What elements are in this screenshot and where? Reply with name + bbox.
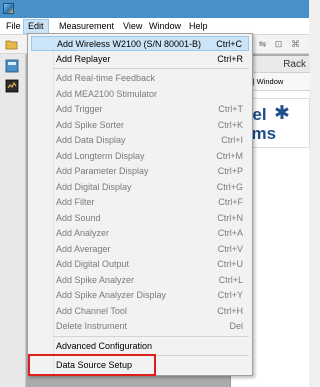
rack-window-icon[interactable] [5, 59, 19, 73]
menu-item-add-trigger[interactable]: Add Trigger Ctrl+T [31, 102, 249, 117]
toolbar-icon-c[interactable]: ⌘ [289, 38, 302, 50]
edit-menu-dropdown: Add Wireless W2100 (S/N 80001-B) Ctrl+C … [27, 33, 253, 376]
menu-item-add-real-time-feedback[interactable]: Add Real-time Feedback [31, 71, 249, 86]
mdi-sidebar [0, 54, 26, 387]
menu-item-add-filter[interactable]: Add Filter Ctrl+F [31, 195, 249, 210]
menu-item-advanced-configuration[interactable]: Advanced Configuration [31, 339, 249, 354]
open-folder-icon[interactable] [5, 38, 18, 50]
menu-item-add-sound[interactable]: Add Sound Ctrl+N [31, 211, 249, 226]
menu-item-add-parameter-display[interactable]: Add Parameter Display Ctrl+P [31, 164, 249, 179]
title-bar [0, 0, 309, 18]
app-icon [3, 3, 14, 14]
menu-item-add-analyzer[interactable]: Add Analyzer Ctrl+A [31, 226, 249, 241]
menu-view[interactable]: View [119, 20, 146, 34]
highlight-outline [28, 354, 156, 376]
menu-help[interactable]: Help [185, 20, 212, 34]
menu-window[interactable]: Window [145, 20, 185, 34]
toolbar-icon-b[interactable]: ⊡ [272, 38, 285, 50]
logo-star-icon: ✱ [274, 103, 290, 124]
menu-separator [53, 335, 249, 337]
menu-item-add-channel-tool[interactable]: Add Channel Tool Ctrl+H [31, 304, 249, 319]
toolbar-icon-a[interactable]: ⇋ [256, 38, 269, 50]
menu-edit[interactable]: Edit [23, 19, 49, 34]
menu-separator [53, 68, 249, 69]
menu-item-add-digital-output[interactable]: Add Digital Output Ctrl+U [31, 257, 249, 272]
rack-window-title: Rack [283, 59, 306, 70]
display-window-icon[interactable] [5, 79, 19, 93]
menu-item-add-longterm-display[interactable]: Add Longterm Display Ctrl+M [31, 149, 249, 164]
menu-measurement[interactable]: Measurement [55, 20, 118, 34]
menu-item-delete-instrument[interactable]: Delete Instrument Del [31, 319, 249, 334]
menu-item-add-wireless-w2100[interactable]: Add Wireless W2100 (S/N 80001-B) Ctrl+C [31, 36, 249, 51]
menu-item-add-spike-analyzer-display[interactable]: Add Spike Analyzer Display Ctrl+Y [31, 288, 249, 303]
menu-item-add-spike-analyzer[interactable]: Add Spike Analyzer Ctrl+L [31, 273, 249, 288]
menu-item-add-data-display[interactable]: Add Data Display Ctrl+I [31, 133, 249, 148]
menu-item-add-replayer[interactable]: Add Replayer Ctrl+R [31, 52, 249, 67]
menu-item-add-averager[interactable]: Add Averager Ctrl+V [31, 242, 249, 257]
menu-item-add-mea2100-stimulator[interactable]: Add MEA2100 Stimulator [31, 87, 249, 102]
menu-item-add-spike-sorter[interactable]: Add Spike Sorter Ctrl+K [31, 118, 249, 133]
menu-item-add-digital-display[interactable]: Add Digital Display Ctrl+G [31, 180, 249, 195]
menu-file[interactable]: File [2, 20, 25, 34]
